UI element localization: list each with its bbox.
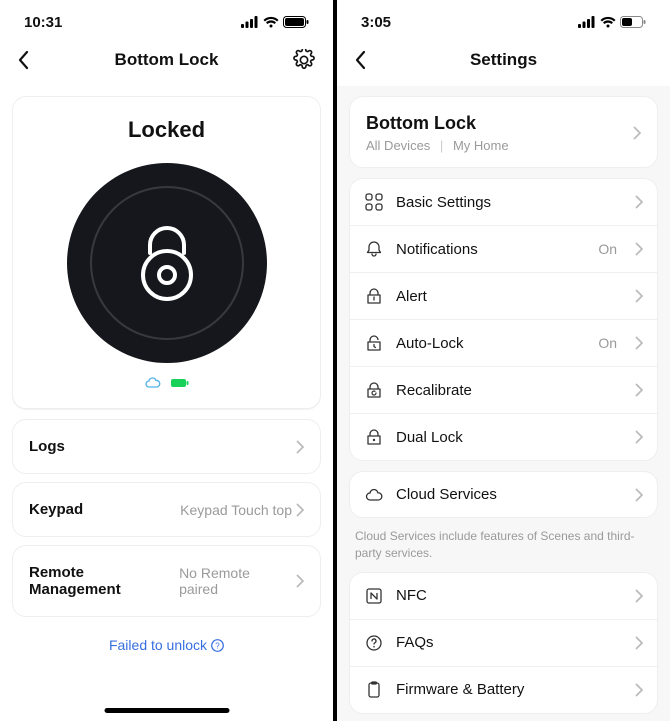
battery-small-icon (171, 379, 189, 387)
navbar: Settings (337, 44, 670, 86)
cloud-icon (364, 488, 384, 502)
row-label: FAQs (396, 634, 623, 651)
cloud-icon (145, 377, 161, 388)
chevron-right-icon (296, 503, 304, 517)
row-label: Cloud Services (396, 486, 623, 503)
settings-button[interactable] (287, 49, 315, 71)
row-label: Remote Management (29, 564, 179, 598)
back-button[interactable] (355, 50, 383, 70)
lock-toggle[interactable] (67, 163, 267, 363)
status-time: 10:31 (24, 14, 62, 31)
chevron-right-icon (635, 242, 643, 256)
row-label: Notifications (396, 241, 586, 258)
alert-icon (364, 287, 384, 305)
chevron-right-icon (635, 488, 643, 502)
row-label: Recalibrate (396, 382, 623, 399)
row-faqs[interactable]: FAQs (350, 620, 657, 667)
help-icon: ? (211, 639, 224, 652)
row-label: NFC (396, 587, 623, 604)
statusbar: 10:31 (0, 0, 333, 44)
row-keypad[interactable]: Keypad Keypad Touch top (12, 482, 321, 537)
signal-icon (241, 16, 259, 28)
chevron-right-icon (635, 336, 643, 350)
row-duallock[interactable]: Dual Lock (350, 414, 657, 460)
status-time: 3:05 (361, 14, 391, 31)
recalibrate-icon (364, 381, 384, 399)
row-basic[interactable]: Basic Settings (350, 179, 657, 226)
statusbar: 3:05 (337, 0, 670, 44)
basic-icon (364, 193, 384, 211)
row-label: Firmware & Battery (396, 681, 623, 698)
row-firmware[interactable]: Firmware & Battery (350, 667, 657, 713)
row-value: On (598, 241, 617, 257)
wifi-icon (263, 16, 279, 28)
row-recalibrate[interactable]: Recalibrate (350, 367, 657, 414)
gear-icon (293, 49, 315, 71)
battery-half-icon (620, 16, 646, 28)
home-indicator[interactable] (104, 708, 229, 713)
device-name: Bottom Lock (366, 113, 623, 134)
panel-device: 10:31 Bottom Lock Locked Lo (0, 0, 333, 721)
row-value: No Remote paired (179, 565, 292, 597)
autolock-icon (364, 334, 384, 352)
chevron-right-icon (635, 683, 643, 697)
row-label: Auto-Lock (396, 335, 586, 352)
row-autolock[interactable]: Auto-Lock On (350, 320, 657, 367)
wifi-icon (600, 16, 616, 28)
settings-group-2: Cloud Services (349, 471, 658, 518)
notifications-icon (364, 240, 384, 258)
lock-status-card: Locked (12, 96, 321, 409)
device-breadcrumb: All Devices | My Home (366, 138, 623, 153)
duallock-icon (364, 428, 384, 446)
status-indicators (23, 377, 310, 388)
svg-text:?: ? (215, 641, 220, 650)
nfc-icon (364, 587, 384, 605)
chevron-right-icon (635, 430, 643, 444)
row-remote-management[interactable]: Remote Management No Remote paired (12, 545, 321, 617)
chevron-right-icon (635, 383, 643, 397)
lock-icon (136, 223, 198, 303)
faqs-icon (364, 634, 384, 652)
failed-unlock-link[interactable]: Failed to unlock ? (0, 637, 333, 653)
row-nfc[interactable]: NFC (350, 573, 657, 620)
row-label: Dual Lock (396, 429, 623, 446)
firmware-icon (364, 681, 384, 699)
battery-full-icon (283, 16, 309, 28)
device-header-group[interactable]: Bottom Lock All Devices | My Home (349, 96, 658, 168)
settings-group-3: NFC FAQs Firmware & Battery (349, 572, 658, 714)
chevron-right-icon (296, 440, 304, 454)
page-title: Settings (337, 50, 670, 70)
back-button[interactable] (18, 50, 46, 70)
chevron-right-icon (635, 636, 643, 650)
cloud-note: Cloud Services include features of Scene… (355, 528, 652, 562)
settings-group-1: Basic Settings Notifications On Alert Auto-L… (349, 178, 658, 461)
chevron-left-icon (355, 50, 366, 70)
row-label: Logs (29, 438, 65, 455)
navbar: Bottom Lock (0, 44, 333, 86)
row-notifications[interactable]: Notifications On (350, 226, 657, 273)
panel-settings: 3:05 Settings Bottom Lock All Devices | … (337, 0, 670, 721)
status-right (241, 16, 309, 28)
chevron-left-icon (18, 50, 29, 70)
lock-state: Locked (23, 117, 310, 143)
chevron-right-icon (633, 126, 641, 140)
row-alert[interactable]: Alert (350, 273, 657, 320)
chevron-right-icon (635, 195, 643, 209)
chevron-right-icon (296, 574, 304, 588)
status-right (578, 16, 646, 28)
signal-icon (578, 16, 596, 28)
page-title: Bottom Lock (0, 50, 333, 70)
row-label: Keypad (29, 501, 83, 518)
row-logs[interactable]: Logs (12, 419, 321, 474)
chevron-right-icon (635, 289, 643, 303)
chevron-right-icon (635, 589, 643, 603)
row-label: Alert (396, 288, 623, 305)
row-value: Keypad Touch top (180, 502, 292, 518)
row-label: Basic Settings (396, 194, 623, 211)
row-value: On (598, 335, 617, 351)
row-cloud[interactable]: Cloud Services (350, 472, 657, 517)
